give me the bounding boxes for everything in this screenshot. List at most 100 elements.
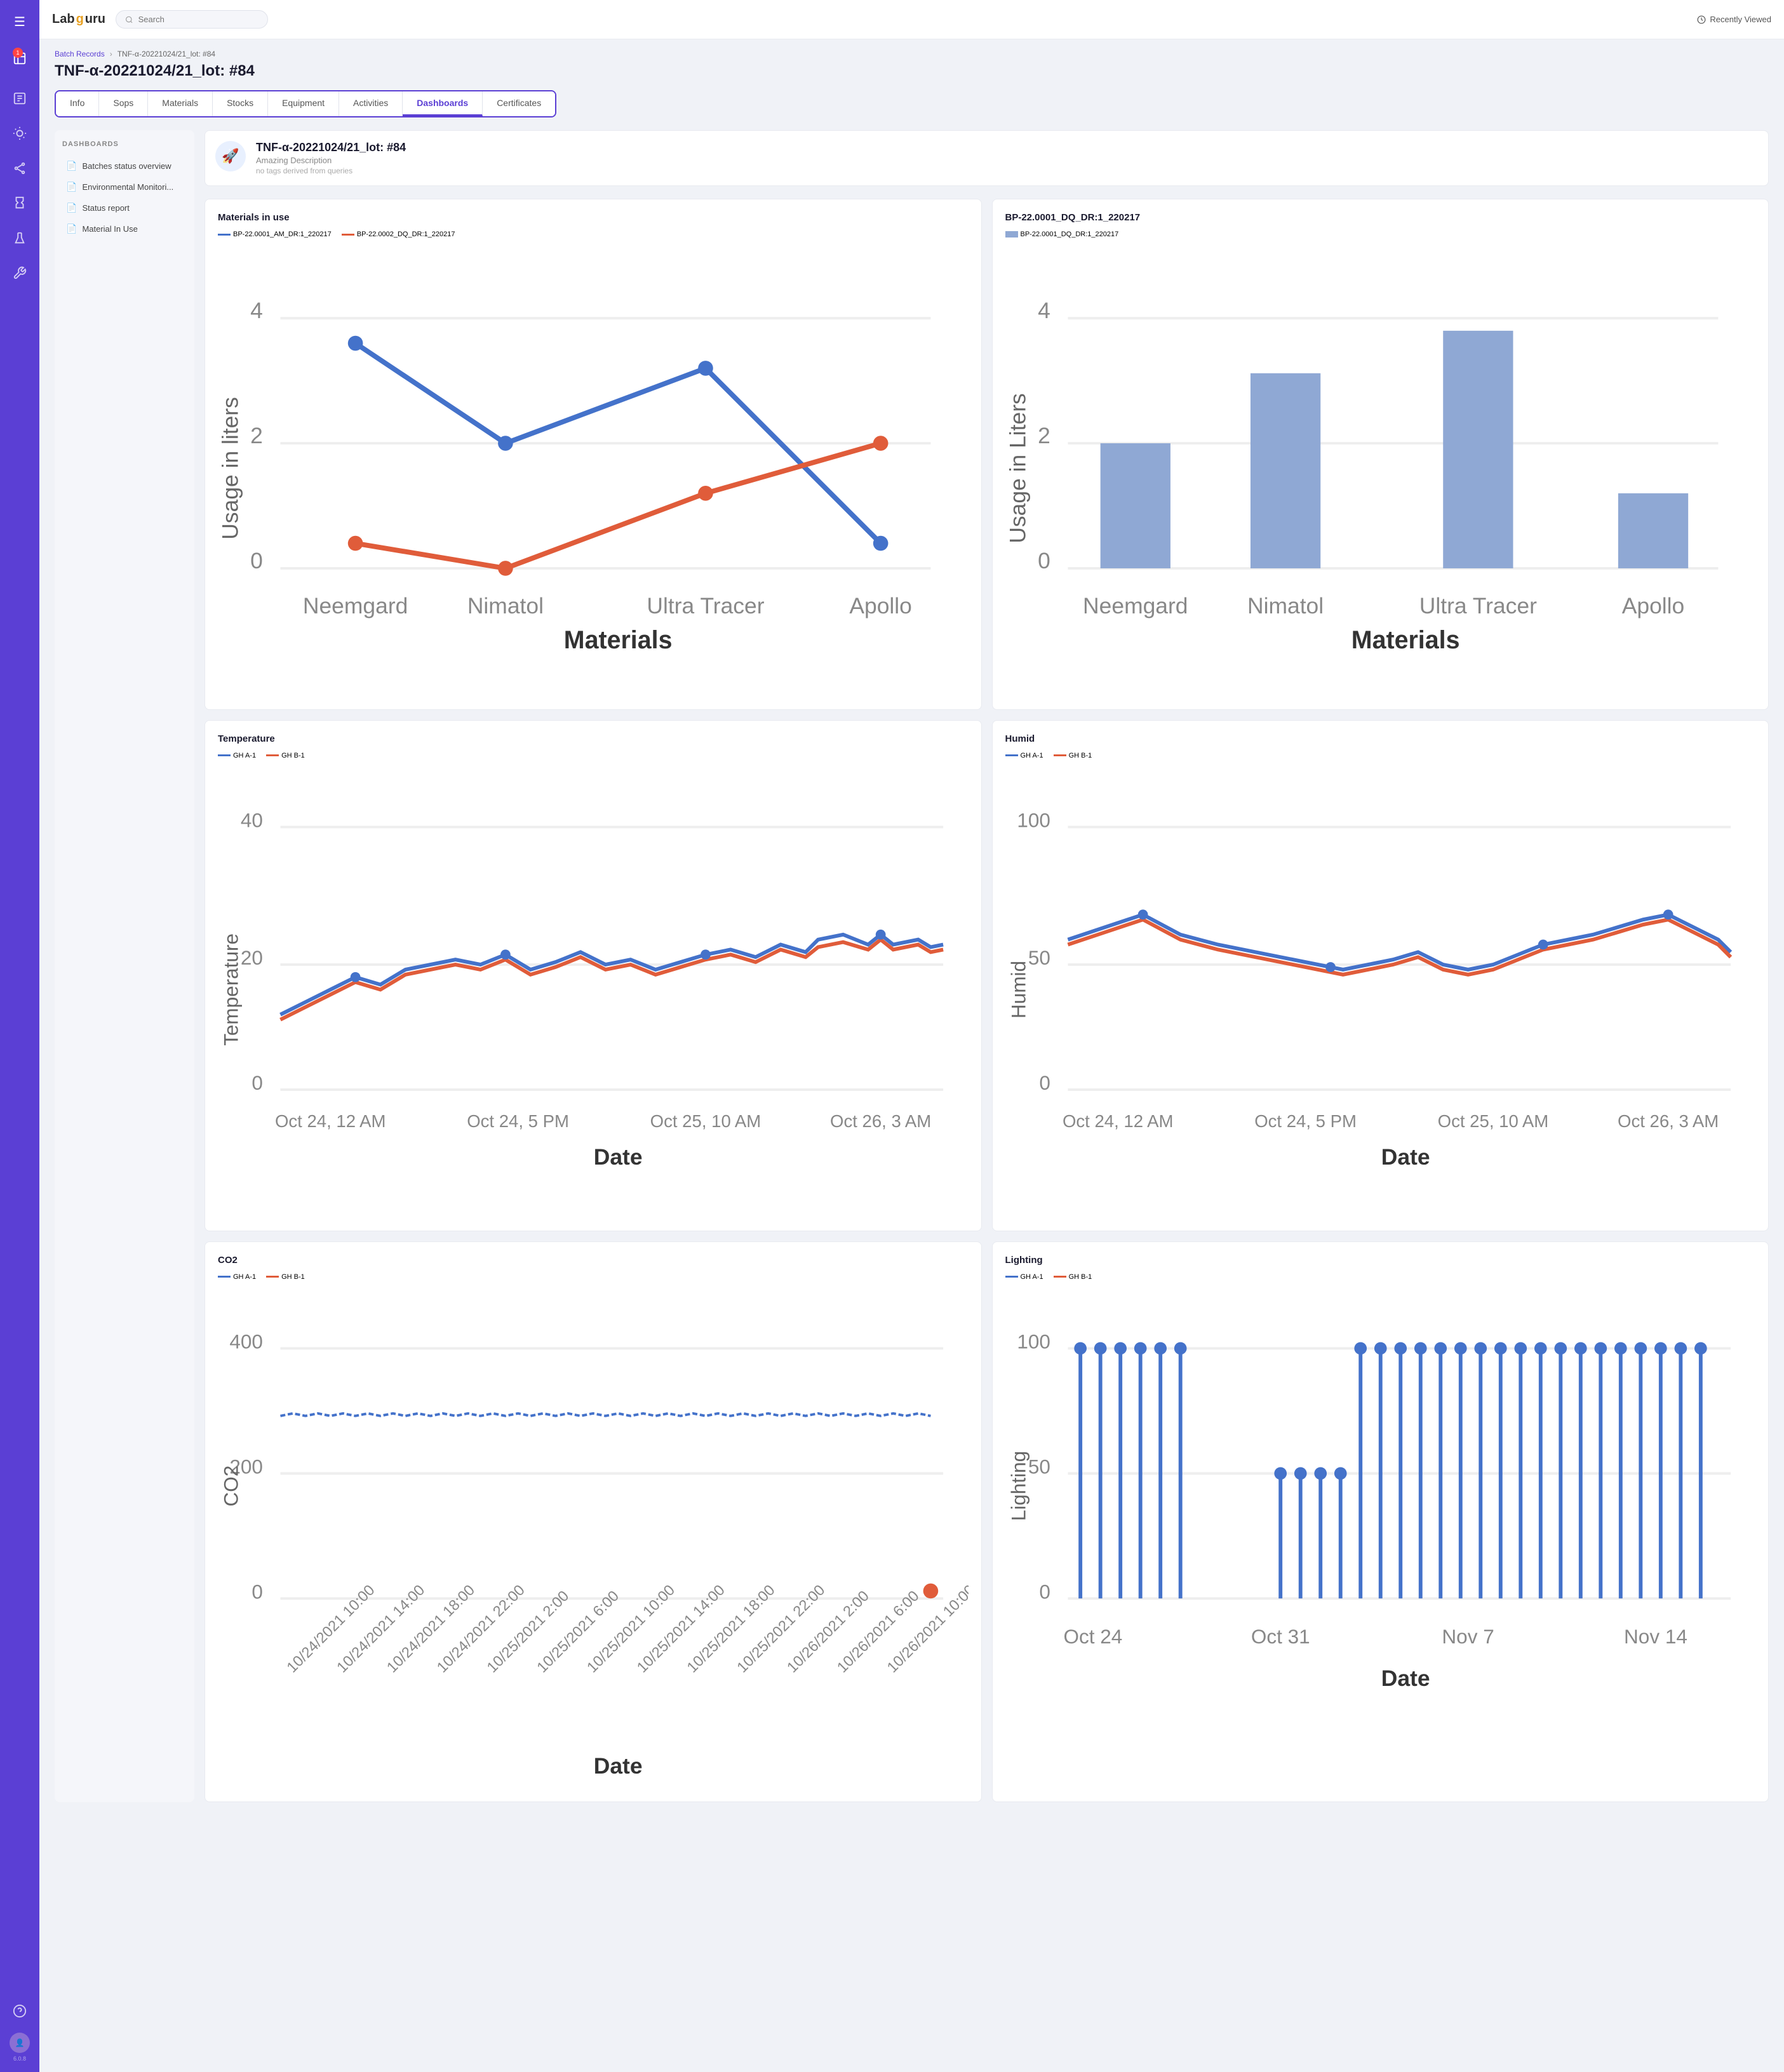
- clock-icon: [1697, 15, 1706, 24]
- dashboards-sidebar: DASHBOARDS 📄 Batches status overview 📄 E…: [55, 130, 194, 1802]
- tab-equipment[interactable]: Equipment: [268, 91, 339, 116]
- bp-legend: BP-22.0001_DQ_DR:1_220217: [1005, 231, 1756, 238]
- svg-text:100: 100: [1017, 808, 1050, 831]
- search-input[interactable]: [138, 15, 258, 24]
- avatar[interactable]: 👤: [10, 2033, 30, 2053]
- chart-lighting: Lighting GH A-1 GH B-1: [992, 1241, 1769, 1803]
- charts-grid: Materials in use BP-22.0001_AM_DR:1_2202…: [205, 199, 1769, 1802]
- svg-text:Neemgard: Neemgard: [1083, 593, 1188, 618]
- help-icon[interactable]: [13, 1995, 27, 2030]
- temperature-line-chart: 40 20 0 Temperature: [218, 765, 969, 1215]
- svg-text:100: 100: [1017, 1330, 1050, 1353]
- breadcrumb: Batch Records › TNF-α-20221024/21_lot: #…: [55, 50, 1769, 58]
- svg-text:Oct 31: Oct 31: [1251, 1625, 1310, 1648]
- co2-line-chart: 400 200 0 CO2 10/24/2021: [218, 1286, 969, 1786]
- hamburger-icon[interactable]: ☰: [6, 6, 33, 37]
- svg-text:Oct 26, 3 AM: Oct 26, 3 AM: [830, 1111, 931, 1131]
- tools-icon[interactable]: [13, 257, 27, 292]
- svg-text:0: 0: [250, 548, 263, 573]
- header-info: TNF-α-20221024/21_lot: #84 Amazing Descr…: [256, 141, 406, 175]
- chart-bp-bar: BP-22.0001_DQ_DR:1_220217 BP-22.0001_DQ_…: [992, 199, 1769, 710]
- chart-temperature: Temperature GH A-1 GH B-1: [205, 720, 982, 1231]
- svg-text:4: 4: [1038, 298, 1050, 323]
- svg-text:Ultra Tracer: Ultra Tracer: [647, 593, 764, 618]
- svg-text:Date: Date: [1381, 1144, 1430, 1170]
- doc-icon-3: 📄: [66, 203, 77, 213]
- svg-text:10/25/2021 18:00: 10/25/2021 18:00: [684, 1582, 778, 1676]
- materials-line-chart: 4 2 0 Usage in liters Neemgard Nimatol: [218, 243, 969, 693]
- sidebar: ☰ 1 👤 6.0.8: [0, 0, 39, 2072]
- breadcrumb-current: TNF-α-20221024/21_lot: #84: [117, 50, 215, 58]
- batch-records-icon[interactable]: 1: [13, 43, 27, 77]
- svg-text:Oct 26, 3 AM: Oct 26, 3 AM: [1618, 1111, 1719, 1131]
- logo: Lab g uru: [52, 12, 105, 27]
- humid-chart-title: Humid: [1005, 733, 1756, 744]
- header-title: TNF-α-20221024/21_lot: #84: [256, 141, 406, 154]
- svg-text:Apollo: Apollo: [849, 593, 912, 618]
- dashboard-main: 🚀 TNF-α-20221024/21_lot: #84 Amazing Des…: [205, 130, 1769, 1802]
- svg-text:Temperature: Temperature: [220, 933, 243, 1046]
- svg-text:Usage in Liters: Usage in Liters: [1005, 393, 1031, 543]
- svg-text:10/25/2021 14:00: 10/25/2021 14:00: [634, 1582, 728, 1676]
- tab-stocks[interactable]: Stocks: [213, 91, 268, 116]
- svg-text:0: 0: [1039, 1071, 1050, 1094]
- svg-text:Date: Date: [594, 1753, 643, 1779]
- svg-text:400: 400: [229, 1330, 263, 1353]
- sidebar-item-env-monitoring[interactable]: 📄 Environmental Monitori...: [62, 177, 187, 197]
- svg-text:20: 20: [241, 946, 263, 969]
- sidebar-item-material-in-use[interactable]: 📄 Material In Use: [62, 218, 187, 239]
- svg-text:Date: Date: [1381, 1666, 1430, 1691]
- svg-text:10/24/2021 14:00: 10/24/2021 14:00: [334, 1582, 428, 1676]
- tab-certificates[interactable]: Certificates: [483, 91, 555, 116]
- svg-text:Oct 24, 12 AM: Oct 24, 12 AM: [275, 1111, 386, 1131]
- tasks-icon[interactable]: [13, 83, 27, 117]
- svg-text:Oct 24, 12 AM: Oct 24, 12 AM: [1062, 1111, 1173, 1131]
- lighting-chart-title: Lighting: [1005, 1255, 1756, 1266]
- svg-text:Oct 25, 10 AM: Oct 25, 10 AM: [650, 1111, 761, 1131]
- svg-text:Lighting: Lighting: [1007, 1451, 1029, 1521]
- lighting-legend: GH A-1 GH B-1: [1005, 1273, 1756, 1281]
- svg-text:2: 2: [250, 423, 263, 448]
- svg-text:40: 40: [241, 808, 263, 831]
- svg-text:10/25/2021 10:00: 10/25/2021 10:00: [584, 1582, 678, 1676]
- header-tags: no tags derived from queries: [256, 166, 406, 175]
- breadcrumb-parent[interactable]: Batch Records: [55, 50, 105, 58]
- tab-info[interactable]: Info: [56, 91, 99, 116]
- science-icon[interactable]: [13, 222, 27, 257]
- tab-dashboards[interactable]: Dashboards: [403, 91, 483, 116]
- svg-text:Neemgard: Neemgard: [303, 593, 408, 618]
- svg-text:10/25/2021 22:00: 10/25/2021 22:00: [734, 1582, 828, 1676]
- search-icon: [125, 15, 133, 24]
- svg-text:Humid: Humid: [1007, 961, 1029, 1019]
- tab-sops[interactable]: Sops: [99, 91, 148, 116]
- co2-legend: GH A-1 GH B-1: [218, 1273, 969, 1281]
- sidebar-item-status-report[interactable]: 📄 Status report: [62, 197, 187, 218]
- svg-text:10/24/2021 10:00: 10/24/2021 10:00: [284, 1582, 378, 1676]
- tab-materials[interactable]: Materials: [148, 91, 213, 116]
- notification-badge: 1: [13, 48, 23, 58]
- svg-text:Materials: Materials: [1351, 626, 1459, 654]
- sidebar-item-batches-status[interactable]: 📄 Batches status overview: [62, 156, 187, 177]
- dashboards-label: DASHBOARDS: [62, 140, 187, 148]
- svg-text:Nov 14: Nov 14: [1624, 1625, 1687, 1648]
- header-description: Amazing Description: [256, 156, 406, 165]
- search-box[interactable]: [116, 10, 268, 29]
- svg-text:0: 0: [252, 1071, 263, 1094]
- svg-text:Materials: Materials: [564, 626, 673, 654]
- dashboard-layout: DASHBOARDS 📄 Batches status overview 📄 E…: [55, 130, 1769, 1802]
- svg-text:Oct 25, 10 AM: Oct 25, 10 AM: [1437, 1111, 1548, 1131]
- recently-viewed-button[interactable]: Recently Viewed: [1697, 15, 1771, 24]
- tabs-bar: Info Sops Materials Stocks Equipment Act…: [55, 90, 556, 117]
- svg-text:Date: Date: [594, 1144, 643, 1170]
- svg-text:CO2: CO2: [220, 1465, 243, 1506]
- svg-text:Usage in liters: Usage in liters: [218, 397, 243, 540]
- tab-activities[interactable]: Activities: [339, 91, 403, 116]
- svg-text:Nimatol: Nimatol: [467, 593, 544, 618]
- biotech-icon[interactable]: [13, 187, 27, 222]
- svg-text:0: 0: [1039, 1580, 1050, 1603]
- ideas-icon[interactable]: [13, 117, 27, 152]
- network-icon[interactable]: [13, 152, 27, 187]
- doc-icon-4: 📄: [66, 224, 77, 234]
- svg-text:Apollo: Apollo: [1621, 593, 1684, 618]
- svg-text:Oct 24: Oct 24: [1063, 1625, 1122, 1648]
